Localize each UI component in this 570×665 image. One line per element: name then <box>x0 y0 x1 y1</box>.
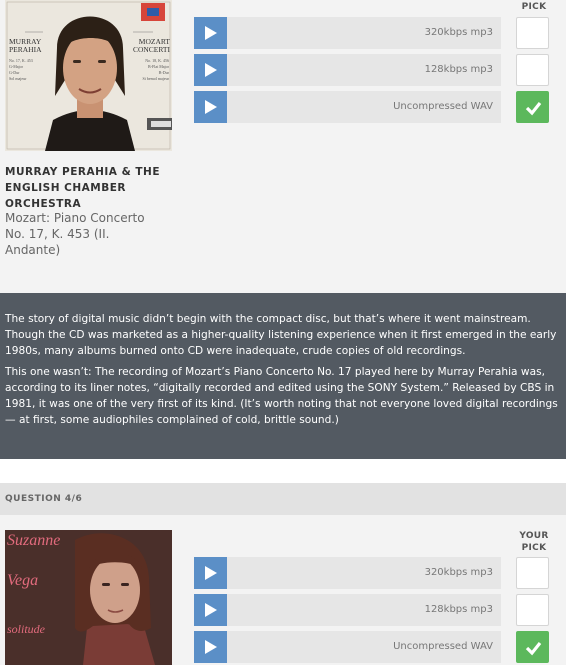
checkmark-icon <box>525 642 542 656</box>
cover-title-line-3: solitude <box>7 622 45 636</box>
explanation-paragraph-2: This one wasn’t: The recording of Mozart… <box>5 366 558 426</box>
track-format-label: 320kbps mp3 <box>424 567 493 578</box>
track-title: Mozart: Piano Concerto No. 17, K. 453 (I… <box>5 211 145 257</box>
play-button[interactable] <box>194 17 227 49</box>
track-format-label: 320kbps mp3 <box>424 27 493 38</box>
play-icon <box>205 566 217 580</box>
cover-left-title: MURRAY PERAHIA <box>9 38 42 54</box>
cover-left-detail-4: Sol majeur <box>9 76 27 81</box>
your-pick-header-line-2: PICK <box>521 542 547 553</box>
checkmark-icon <box>525 102 542 116</box>
track-format-label: Uncompressed WAV <box>393 101 493 112</box>
play-button[interactable] <box>194 91 227 123</box>
pick-checkbox-wav[interactable] <box>516 631 549 663</box>
your-pick-header-line-1: YOUR <box>519 531 549 541</box>
play-button[interactable] <box>194 557 227 589</box>
play-icon <box>205 63 217 77</box>
track-row-128kbps: 128kbps mp3 <box>194 594 501 626</box>
pick-checkbox-128kbps[interactable] <box>516 54 549 86</box>
pick-checkbox-128kbps[interactable] <box>516 594 549 626</box>
track-row-320kbps: 320kbps mp3 <box>194 557 501 589</box>
album-cover-suzanne-vega: Suzanne Vega solitude <box>5 530 172 665</box>
track-row-wav: Uncompressed WAV <box>194 91 501 123</box>
play-icon <box>205 640 217 654</box>
pick-checkbox-wav[interactable] <box>516 91 549 123</box>
cover-right-details: No. 18, K. 456 B-Flat Major B-Dur Si bem… <box>143 58 169 82</box>
cover-right-line-2: CONCERTI <box>132 45 170 54</box>
cover-left-line-2: PERAHIA <box>9 45 42 54</box>
pick-column-header: PICK <box>521 2 547 12</box>
play-icon <box>205 26 217 40</box>
track-format-label: Uncompressed WAV <box>393 641 493 652</box>
pick-checkbox-320kbps[interactable] <box>516 557 549 589</box>
play-icon <box>205 100 217 114</box>
track-format-label: 128kbps mp3 <box>424 64 493 75</box>
answer-explanation: The story of digital music didn’t begin … <box>0 293 566 459</box>
album-cover-art <box>5 530 172 665</box>
play-button[interactable] <box>194 594 227 626</box>
play-button[interactable] <box>194 631 227 663</box>
play-icon <box>205 603 217 617</box>
your-pick-column-header: YOUR PICK <box>516 531 552 554</box>
artist-name: MURRAY PERAHIA & THE ENGLISH CHAMBER ORC… <box>5 166 161 210</box>
cover-title-line-2: Vega <box>7 572 39 589</box>
question-header: QUESTION 4/6 <box>0 483 566 515</box>
explanation-paragraph-1: The story of digital music didn’t begin … <box>5 313 557 357</box>
pick-checkbox-320kbps[interactable] <box>516 17 549 49</box>
album-cover-mozart-concerti: MURRAY PERAHIA No. 17, K. 453 G-Major G-… <box>5 0 172 151</box>
cover-right-detail-4: Si bemol majeur <box>142 76 169 81</box>
track-row-wav: Uncompressed WAV <box>194 631 501 663</box>
track-row-320kbps: 320kbps mp3 <box>194 17 501 49</box>
cover-left-details: No. 17, K. 453 G-Major G-Dur Sol majeur <box>9 58 33 82</box>
cover-right-title: MOZART CONCERTI <box>133 38 170 54</box>
cover-title-line-1: Suzanne <box>7 532 61 549</box>
track-row-128kbps: 128kbps mp3 <box>194 54 501 86</box>
track-format-label: 128kbps mp3 <box>424 604 493 615</box>
play-button[interactable] <box>194 54 227 86</box>
